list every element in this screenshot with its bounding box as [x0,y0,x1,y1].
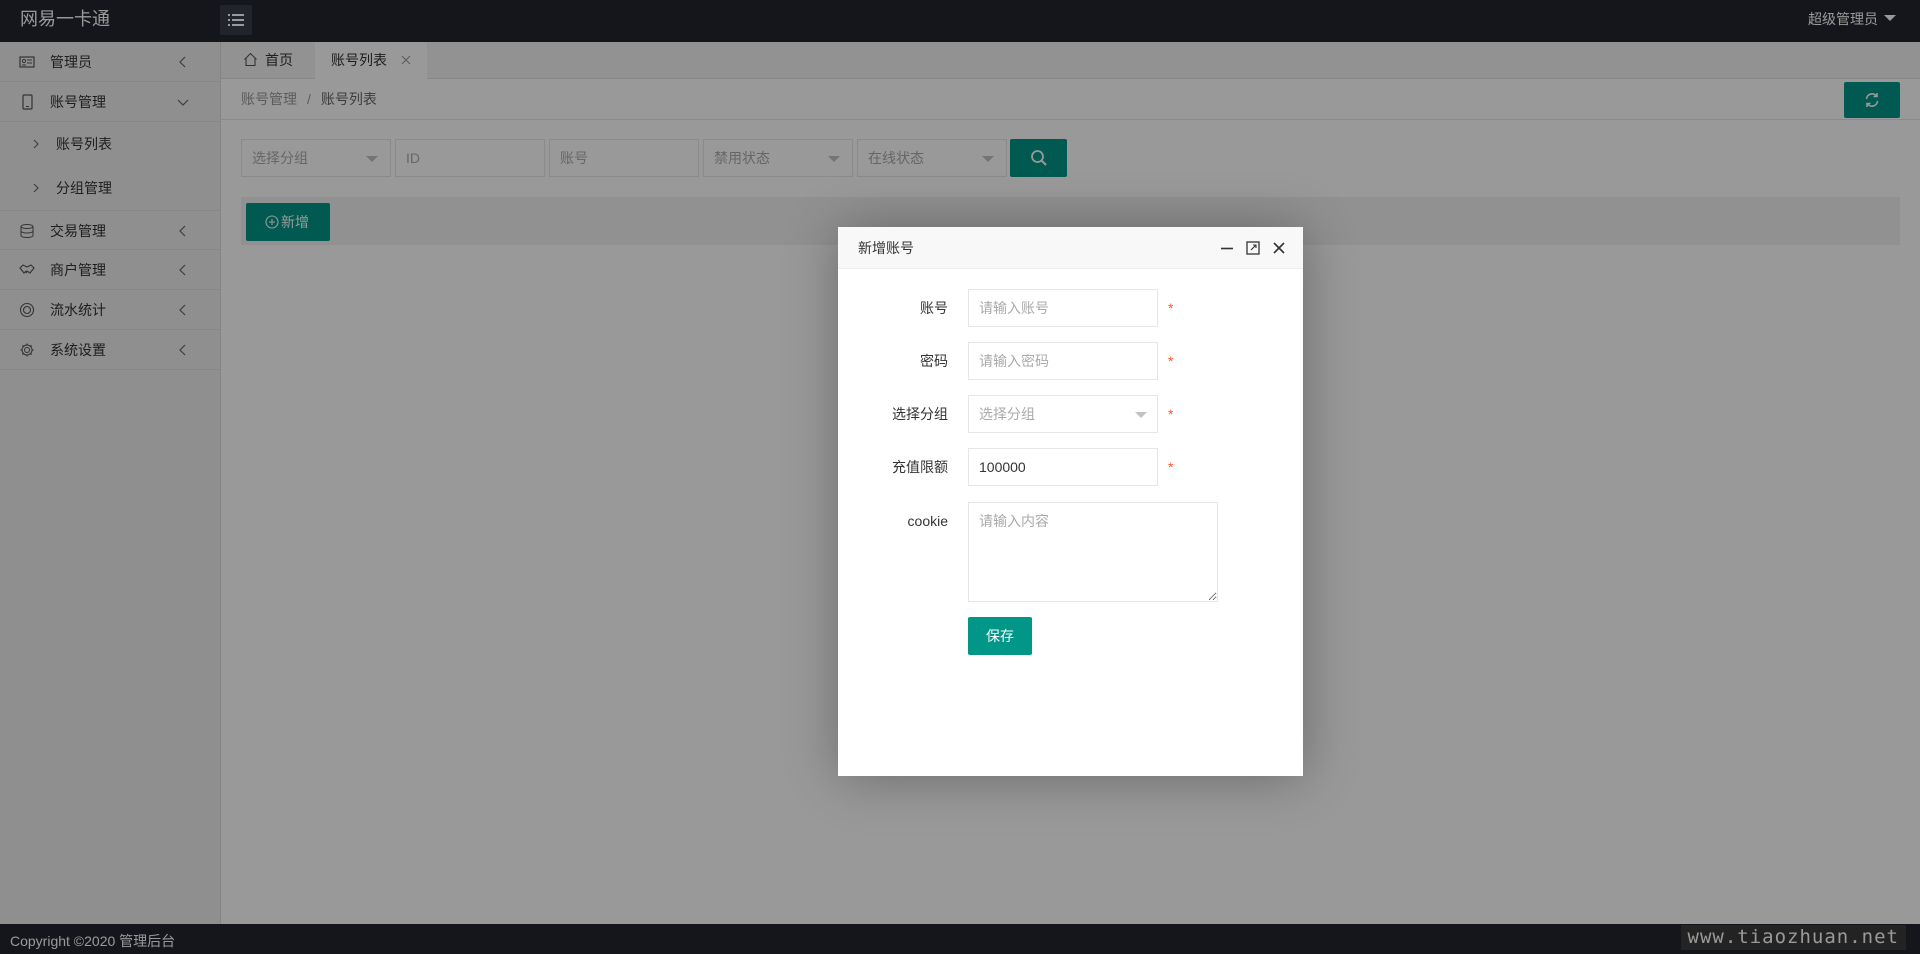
required-mark: * [1168,353,1174,369]
account-field[interactable] [968,289,1158,327]
group-select-field-value: 选择分组 [979,406,1035,422]
limit-field[interactable] [968,448,1158,486]
maximize-icon[interactable] [1245,240,1261,256]
required-mark: * [1168,300,1174,316]
password-label: 密码 [920,353,948,369]
cookie-field[interactable] [968,502,1218,602]
dialog-title: 新增账号 [858,240,914,256]
minimize-icon[interactable] [1219,240,1235,256]
cookie-label: cookie [907,513,948,529]
save-button[interactable]: 保存 [968,617,1032,655]
limit-label: 充值限额 [892,459,948,475]
add-account-dialog: 新增账号 账号 * 密码 * 选择分组 选择分组 * 充值限额 * cookie… [838,227,1303,776]
password-field[interactable] [968,342,1158,380]
account-label: 账号 [920,300,948,316]
required-mark: * [1168,459,1174,475]
group-select-field[interactable]: 选择分组 [968,395,1158,433]
close-icon[interactable] [1271,240,1287,256]
dialog-header: 新增账号 [838,227,1303,269]
required-mark: * [1168,406,1174,422]
group-label: 选择分组 [892,406,948,422]
